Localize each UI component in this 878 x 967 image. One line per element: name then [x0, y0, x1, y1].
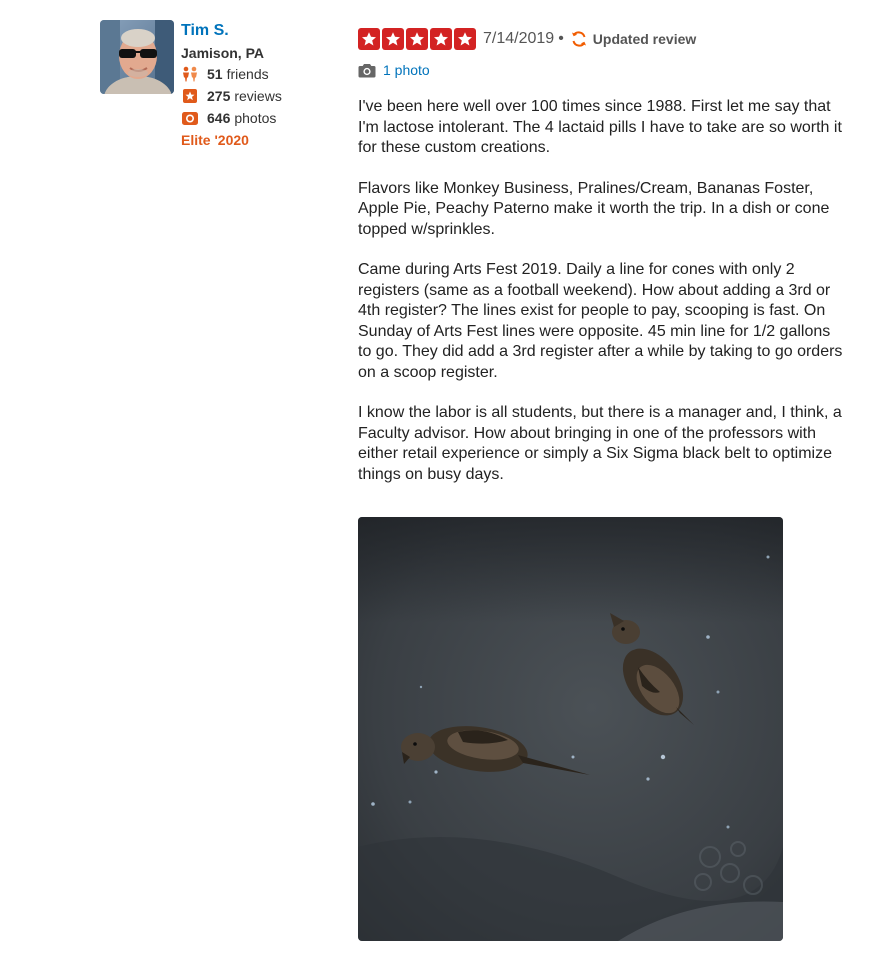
- rating-star-icon: [358, 28, 380, 50]
- friends-count: 51: [207, 66, 223, 82]
- review-paragraph: I've been here well over 100 times since…: [358, 98, 842, 156]
- camera-icon: [358, 63, 376, 78]
- separator-dot: •: [558, 30, 564, 47]
- friends-icon: [181, 66, 199, 82]
- review-photo-sparrows[interactable]: [358, 517, 783, 941]
- rating-row: 7/14/2019 • Updated review: [358, 27, 843, 51]
- friends-stat: 51 friends: [181, 63, 341, 85]
- photos-label: photos: [234, 110, 277, 126]
- reviews-stat: 275 reviews: [181, 85, 341, 107]
- user-info: Tim S. Jamison, PA 51 friends 275 review…: [181, 20, 341, 150]
- updated-review-link[interactable]: Updated review: [570, 30, 696, 48]
- rating-star-icon: [454, 28, 476, 50]
- rating-star-icon: [430, 28, 452, 50]
- rating-star-icon: [382, 28, 404, 50]
- elite-badge[interactable]: Elite '2020: [181, 130, 341, 150]
- review-paragraph: Came during Arts Fest 2019. Daily a line…: [358, 261, 843, 381]
- user-location: Jamison, PA: [181, 45, 264, 61]
- review-content: 7/14/2019 • Updated review 1 photo I've …: [358, 27, 843, 505]
- review-star-icon: [181, 88, 199, 104]
- rating-star-icon: [406, 28, 428, 50]
- user-avatar[interactable]: [100, 20, 174, 94]
- updated-review-label: Updated review: [592, 31, 697, 47]
- star-rating: [358, 28, 476, 50]
- photo-row: 1 photo: [358, 60, 843, 80]
- camera-icon: [181, 110, 199, 126]
- photo-count-link[interactable]: 1 photo: [383, 62, 430, 78]
- reviews-label: reviews: [234, 88, 282, 104]
- review-text: I've been here well over 100 times since…: [358, 97, 843, 485]
- user-name-link[interactable]: Tim S.: [181, 21, 341, 41]
- photos-count: 646: [207, 110, 231, 126]
- reviews-count: 275: [207, 88, 231, 104]
- refresh-icon: [571, 31, 586, 47]
- friends-label: friends: [226, 66, 269, 82]
- photos-stat: 646 photos: [181, 107, 341, 129]
- review-date: 7/14/2019: [483, 30, 555, 47]
- review-paragraph: Flavors like Monkey Business, Pralines/C…: [358, 179, 830, 238]
- review-paragraph: I know the labor is all students, but th…: [358, 404, 842, 483]
